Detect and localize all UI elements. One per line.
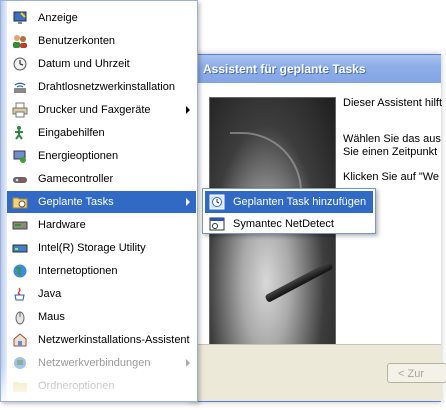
menu-item-label: Energieoptionen [38,150,119,162]
wizard-button-strip: < Zur [191,344,446,401]
submenu-item-label: Geplanten Task hinzufügen [233,196,367,208]
folder-options-icon [12,378,28,394]
menu-item-eingabehilfen[interactable]: Eingabehilfen [7,122,196,144]
menu-item-label: Java [38,288,62,300]
menu-item-benutzerkonten[interactable]: Benutzerkonten [7,30,196,52]
wizard-intro-text: Dieser Assistent hilft [343,97,443,109]
menu-item-netzwerkverbindungen[interactable]: Netzwerkverbindungen [7,352,196,374]
display-icon [12,10,28,26]
globe-icon [12,263,28,279]
menu-item-label: Maus [38,311,65,323]
submenu-arrow-icon [186,106,190,114]
menu-item-label: Intel(R) Storage Utility [38,242,146,254]
wizard-content: Dieser Assistent hilft Wählen Sie das au… [191,83,446,401]
menu-item-label: Netzwerkverbindungen [38,357,151,369]
menu-item-datum-uhrzeit[interactable]: Datum und Uhrzeit [7,53,196,75]
accessibility-icon [12,125,28,141]
java-icon [12,286,28,302]
wizard-title: Assistent für geplante Tasks [203,62,366,76]
menu-item-maus[interactable]: Maus [7,306,196,328]
submenu-item-label: Symantec NetDetect [233,218,334,230]
wizard-select-text: Wählen Sie das aus [343,133,441,145]
menu-item-label: Ordneroptionen [38,380,115,392]
storage-icon [12,240,28,256]
add-task-icon [209,194,225,210]
wireless-icon [12,79,28,95]
submenu-item-add-task[interactable]: Geplanten Task hinzufügen [205,191,373,213]
power-icon [12,148,28,164]
menu-item-label: Internetoptionen [38,265,118,277]
scheduled-tasks-submenu: Geplanten Task hinzufügen Symantec NetDe… [202,188,376,234]
menu-item-gamecontroller[interactable]: Gamecontroller [7,168,196,190]
menu-item-label: Gamecontroller [38,173,114,185]
menu-item-label: Geplante Tasks [38,196,114,208]
menu-item-internetoptionen[interactable]: Internetoptionen [7,260,196,282]
scheduled-tasks-icon [12,194,28,210]
wizard-titlebar[interactable]: Assistent für geplante Tasks [191,55,441,83]
mouse-icon [12,309,28,325]
menu-item-drahtlosnetzwerk[interactable]: Drahtlosnetzwerkinstallation [7,76,196,98]
menu-item-anzeige[interactable]: Anzeige [7,7,196,29]
control-panel-menu: Anzeige Benutzerkonten Datum und Uhrzeit… [0,0,198,402]
menu-item-label: Hardware [38,219,86,231]
submenu-arrow-icon [186,359,190,367]
menu-item-intel-storage[interactable]: Intel(R) Storage Utility [7,237,196,259]
back-button[interactable]: < Zur [387,363,446,383]
gamecontroller-icon [12,171,28,187]
network-connections-icon [12,355,28,371]
menu-item-label: Anzeige [38,12,78,24]
submenu-item-symantec-netdetect[interactable]: Symantec NetDetect [205,213,373,235]
menu-item-label: Datum und Uhrzeit [38,58,130,70]
menu-item-hardware[interactable]: Hardware [7,214,196,236]
clock-icon [12,56,28,72]
submenu-arrow-icon [186,198,190,206]
menu-item-label: Drahtlosnetzwerkinstallation [38,81,175,93]
printer-icon [12,102,28,118]
pen-shape [264,261,334,303]
menu-item-java[interactable]: Java [7,283,196,305]
menu-item-label: Eingabehilfen [38,127,105,139]
network-setup-icon [12,332,28,348]
task-window-icon [209,216,225,232]
menu-item-energieoptionen[interactable]: Energieoptionen [7,145,196,167]
menu-item-label: Drucker und Faxgeräte [38,104,151,116]
menu-item-label: Netzwerkinstallations-Assistent [38,334,190,346]
menu-item-netzwerkinstallations-assistent[interactable]: Netzwerkinstallations-Assistent [7,329,196,351]
menu-item-ordneroptionen[interactable]: Ordneroptionen [7,375,196,397]
hardware-icon [12,217,28,233]
users-icon [12,33,28,49]
wizard-click-text: Klicken Sie auf "We [343,171,440,183]
menu-item-drucker[interactable]: Drucker und Faxgeräte [7,99,196,121]
menu-item-geplante-tasks[interactable]: Geplante Tasks [7,191,196,213]
wizard-time-text: Sie einen Zeitpunkt [343,146,438,158]
menu-item-label: Benutzerkonten [38,35,116,47]
